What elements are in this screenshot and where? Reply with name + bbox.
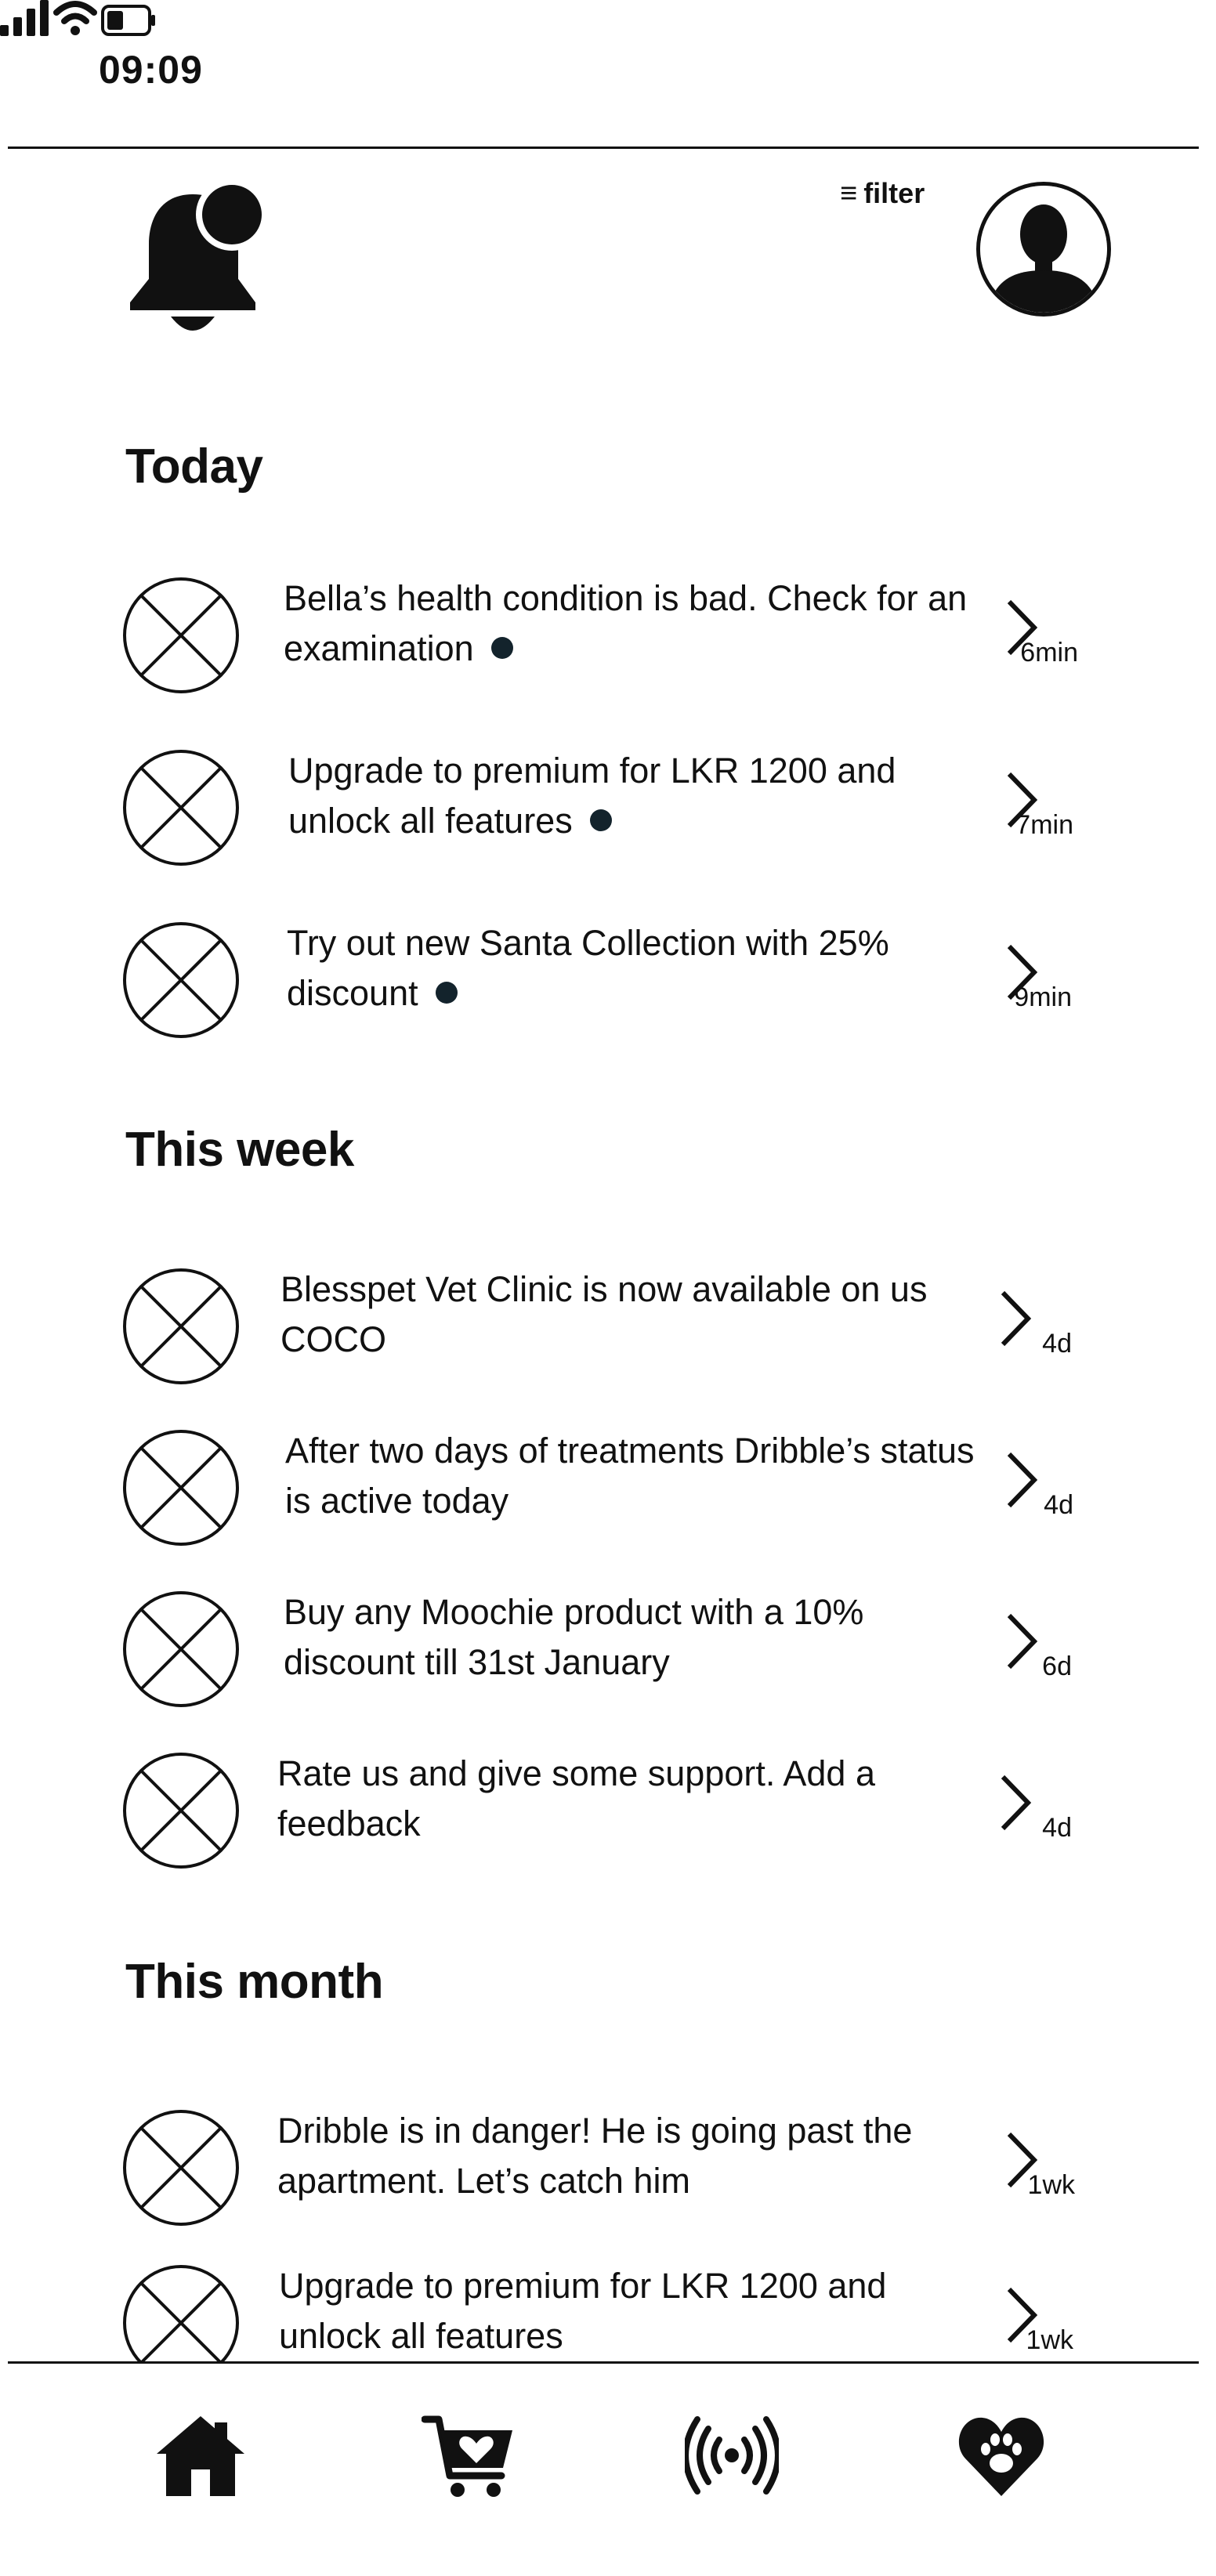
unread-dot <box>589 809 612 832</box>
notification-row[interactable]: Buy any Moochie product with a 10% disco… <box>122 1587 1072 1713</box>
unread-dot <box>490 637 513 660</box>
section-title-this-month: This month <box>125 1955 384 2009</box>
notification-message: Upgrade to premium for LKR 1200 and unlo… <box>279 2266 887 2356</box>
notification-text: Blesspet Vet Clinic is now available on … <box>280 1264 970 1365</box>
avatar-icon <box>980 186 1107 313</box>
signal-icon <box>0 0 49 36</box>
notification-text: Buy any Moochie product with a 10% disco… <box>284 1587 973 1688</box>
notifications-screen: 09:09 ≡ filter Today This week This mont… <box>0 0 1216 2576</box>
chevron-right-icon[interactable] <box>1003 2285 1040 2346</box>
chevron-right-icon[interactable] <box>1003 2129 1040 2191</box>
notification-row[interactable]: Try out new Santa Collection with 25% di… <box>122 918 1072 1044</box>
section-title-this-week: This week <box>125 1123 354 1177</box>
notification-row[interactable]: Dribble is in danger! He is going past t… <box>122 2106 1075 2231</box>
chevron-right-icon[interactable] <box>1003 1611 1040 1672</box>
filter-lines-icon: ≡ <box>840 177 858 210</box>
filter-button[interactable]: ≡ filter <box>840 177 925 210</box>
filter-label: filter <box>863 177 925 209</box>
notification-row[interactable]: After two days of treatments Dribble’s s… <box>122 1426 1073 1551</box>
top-divider <box>8 147 1199 149</box>
image-placeholder-icon <box>123 750 239 866</box>
notification-message: Bella’s health condition is bad. Check f… <box>284 578 968 668</box>
bell-icon[interactable] <box>124 180 273 337</box>
notification-time: 4d <box>1042 1813 1072 1843</box>
status-bar: 09:09 <box>0 0 1216 149</box>
notification-text: Upgrade to premium for LKR 1200 and unlo… <box>279 2261 968 2361</box>
image-placeholder-icon <box>123 577 239 693</box>
notification-text: Rate us and give some support. Add a fee… <box>277 1749 967 1849</box>
notification-message: Buy any Moochie product with a 10% disco… <box>284 1592 864 1682</box>
home-icon[interactable] <box>154 2408 248 2502</box>
wifi-icon <box>53 1 98 35</box>
notification-time: 4d <box>1042 1329 1072 1359</box>
notification-row[interactable]: Blesspet Vet Clinic is now available on … <box>122 1264 1072 1390</box>
section-title-today: Today <box>125 440 263 494</box>
image-placeholder-icon <box>123 1591 239 1707</box>
cart-heart-icon[interactable] <box>422 2408 516 2502</box>
notification-text: Try out new Santa Collection with 25% di… <box>287 918 976 1018</box>
notification-text: Dribble is in danger! He is going past t… <box>277 2106 967 2206</box>
chevron-right-icon[interactable] <box>997 1288 1034 1349</box>
image-placeholder-icon <box>123 922 239 1038</box>
notification-row[interactable]: Upgrade to premium for LKR 1200 and unlo… <box>122 746 1073 871</box>
notification-time: 4d <box>1044 1490 1073 1520</box>
chevron-right-icon[interactable] <box>1003 597 1040 658</box>
chevron-right-icon[interactable] <box>1003 1449 1040 1511</box>
notification-row[interactable]: Rate us and give some support. Add a fee… <box>122 1749 1072 1874</box>
notification-text: After two days of treatments Dribble’s s… <box>285 1426 975 1526</box>
status-time: 09:09 <box>99 48 203 92</box>
image-placeholder-icon <box>123 1430 239 1546</box>
bottom-divider <box>8 2361 1199 2364</box>
image-placeholder-icon <box>123 2110 239 2226</box>
chevron-right-icon[interactable] <box>997 1772 1034 1833</box>
notification-time: 6d <box>1042 1652 1072 1681</box>
notification-text: Upgrade to premium for LKR 1200 and unlo… <box>288 746 978 846</box>
notification-message: Dribble is in danger! He is going past t… <box>277 2111 913 2201</box>
chevron-right-icon[interactable] <box>1003 769 1040 830</box>
unread-dot <box>435 982 458 1004</box>
paw-heart-icon[interactable] <box>954 2408 1048 2502</box>
image-placeholder-icon <box>123 1753 239 1869</box>
broadcast-icon[interactable] <box>685 2408 779 2502</box>
notification-row[interactable]: Bella’s health condition is bad. Check f… <box>122 573 1078 699</box>
notification-text: Bella’s health condition is bad. Check f… <box>284 573 973 674</box>
notification-message: Try out new Santa Collection with 25% di… <box>287 923 889 1013</box>
avatar[interactable] <box>976 182 1111 317</box>
chevron-right-icon[interactable] <box>1003 942 1040 1003</box>
notification-message: Blesspet Vet Clinic is now available on … <box>280 1269 928 1359</box>
battery-icon <box>100 5 155 36</box>
image-placeholder-icon <box>123 1268 239 1384</box>
notification-message: Rate us and give some support. Add a fee… <box>277 1753 875 1843</box>
notification-message: After two days of treatments Dribble’s s… <box>285 1431 975 1521</box>
